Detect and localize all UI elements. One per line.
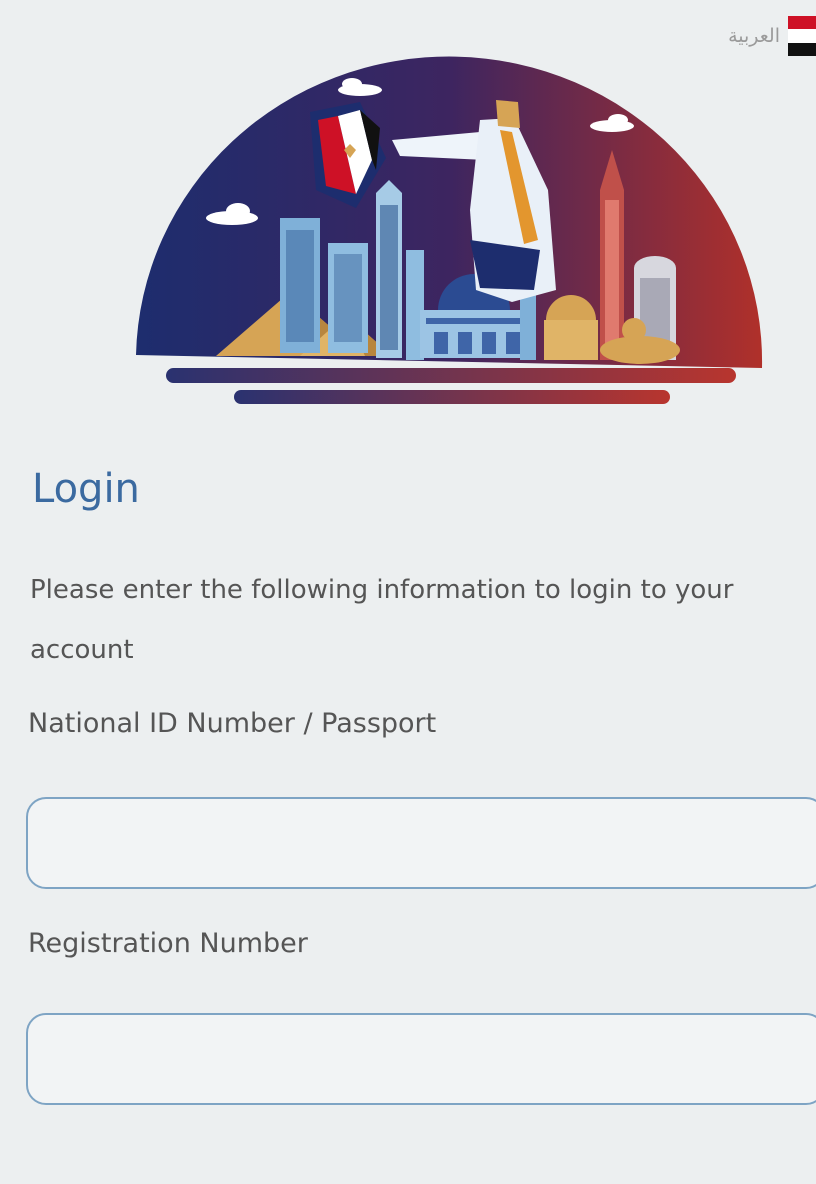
cairo-skyline-illustration xyxy=(136,56,763,404)
national-id-input[interactable] xyxy=(26,797,816,889)
login-instructions: Please enter the following information t… xyxy=(30,575,734,665)
registration-number-input[interactable] xyxy=(26,1013,816,1105)
national-id-label: National ID Number / Passport xyxy=(28,708,437,739)
page-title: Login xyxy=(32,466,140,512)
registration-number-label: Registration Number xyxy=(28,928,308,959)
